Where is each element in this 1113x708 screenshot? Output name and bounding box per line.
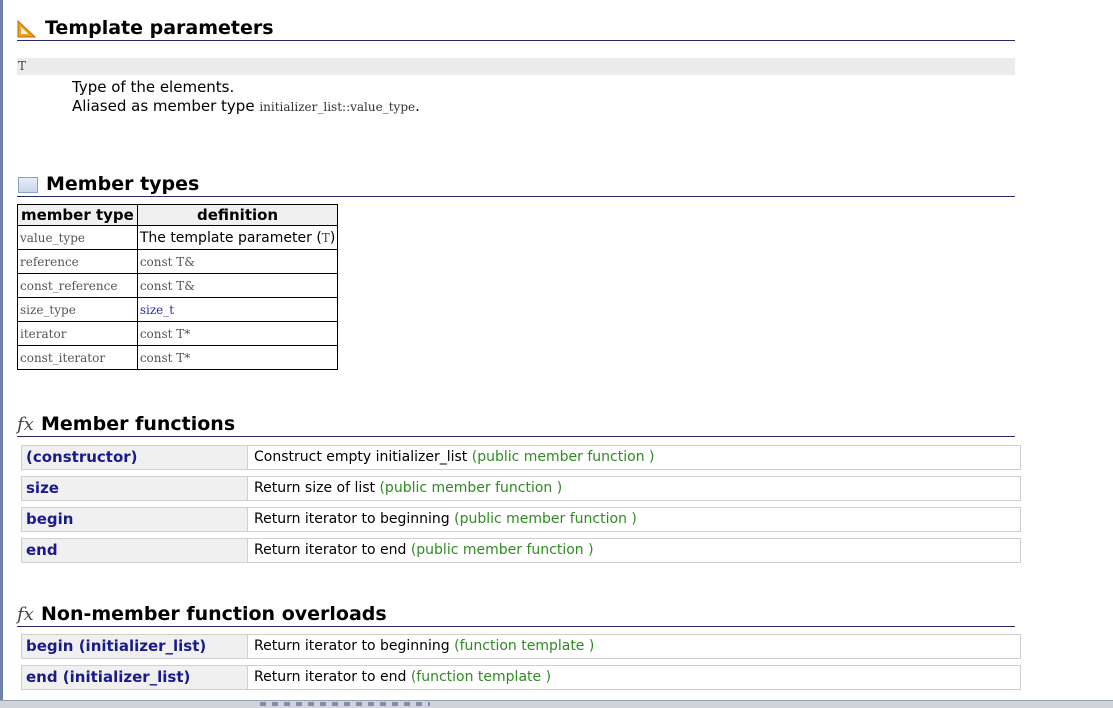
function-link-begin-initializer-list[interactable]: begin (initializer_list) <box>22 635 248 658</box>
description-text: Return iterator to end <box>254 542 407 558</box>
function-description: Return iterator to beginning (function t… <box>248 635 594 658</box>
header-member-type: member type <box>17 204 138 226</box>
param-description-line2: Aliased as member type initializer_list:… <box>72 97 420 117</box>
member-type-name: const_iterator <box>17 345 138 370</box>
list-item: end (initializer_list) Return iterator t… <box>21 665 1021 690</box>
function-description: Return iterator to end (function templat… <box>248 666 551 689</box>
function-description: Return iterator to beginning (public mem… <box>248 508 637 531</box>
definition-text: The template parameter ( <box>139 229 322 246</box>
member-type-definition: const T& <box>136 249 339 274</box>
param-description-code: initializer_list::value_type <box>259 100 416 114</box>
table-row: reference const T& <box>17 249 339 274</box>
header-definition: definition <box>136 204 339 226</box>
member-type-name: size_type <box>17 297 138 322</box>
fx-icon: fx <box>17 604 34 625</box>
description-text: Return iterator to beginning <box>254 511 450 527</box>
member-type-definition: const T* <box>136 345 339 370</box>
member-functions-heading: fx Member functions <box>17 412 1015 437</box>
function-kind: (function template ) <box>410 669 552 685</box>
param-description-suffix: . <box>415 97 420 115</box>
box-icon <box>18 177 38 193</box>
list-item: size Return size of list (public member … <box>21 476 1021 501</box>
member-type-definition: const T* <box>136 321 339 346</box>
table-row: const_reference const T& <box>17 273 339 298</box>
list-item: (constructor) Construct empty initialize… <box>21 445 1021 470</box>
left-border <box>0 0 3 700</box>
function-kind: (public member function ) <box>454 511 637 527</box>
member-type-name: iterator <box>17 321 138 346</box>
description-text: Construct empty initializer_list <box>254 449 468 465</box>
description-text: Return size of list <box>254 480 376 496</box>
non-member-overloads-list: begin (initializer_list) Return iterator… <box>21 634 1021 696</box>
member-functions-title: Member functions <box>41 413 236 435</box>
table-row: const_iterator const T* <box>17 345 339 370</box>
member-types-table: member type definition value_type The te… <box>17 204 339 370</box>
member-types-heading: Member types <box>17 172 1015 197</box>
table-row: value_type The template parameter (T) <box>17 225 339 250</box>
footer-links-fragment <box>260 702 430 706</box>
param-description-line1: Type of the elements. <box>72 78 235 96</box>
function-link-begin[interactable]: begin <box>22 508 248 531</box>
member-type-name: reference <box>17 249 138 274</box>
function-description: Return size of list (public member funct… <box>248 477 562 500</box>
template-parameters-heading: Template parameters <box>17 16 1015 41</box>
function-link-end[interactable]: end <box>22 539 248 562</box>
member-types-title: Member types <box>46 173 200 195</box>
table-row: size_type size_t <box>17 297 339 322</box>
definition-code: T <box>321 230 330 245</box>
member-type-name: value_type <box>17 225 138 250</box>
function-description: Return iterator to end (public member fu… <box>248 539 594 562</box>
table-header-row: member type definition <box>17 204 339 226</box>
member-functions-list: (constructor) Construct empty initialize… <box>21 445 1021 569</box>
function-kind: (public member function ) <box>379 480 563 496</box>
list-item: begin (initializer_list) Return iterator… <box>21 634 1021 659</box>
triangle-ruler-icon <box>17 19 37 38</box>
function-kind: (public member function ) <box>410 542 594 558</box>
size-t-link[interactable]: size_t <box>140 303 174 317</box>
description-text: Return iterator to end <box>254 669 407 685</box>
fx-icon: fx <box>17 414 34 435</box>
non-member-overloads-heading: fx Non-member function overloads <box>17 602 1015 627</box>
function-description: Construct empty initializer_list (public… <box>248 446 654 469</box>
function-kind: (function template ) <box>454 638 595 654</box>
member-type-definition: size_t <box>136 297 339 322</box>
function-kind: (public member function ) <box>471 449 655 465</box>
description-text: Return iterator to beginning <box>254 638 450 654</box>
member-type-definition: The template parameter (T) <box>136 225 339 250</box>
template-parameters-title: Template parameters <box>45 17 274 39</box>
list-item: end Return iterator to end (public membe… <box>21 538 1021 563</box>
non-member-overloads-title: Non-member function overloads <box>41 603 387 625</box>
param-name-bar: T <box>17 58 1015 75</box>
param-description-prefix: Aliased as member type <box>72 97 255 115</box>
definition-end: ) <box>329 229 336 246</box>
table-row: iterator const T* <box>17 321 339 346</box>
member-type-definition: const T& <box>136 273 339 298</box>
function-link-end-initializer-list[interactable]: end (initializer_list) <box>22 666 248 689</box>
member-type-name: const_reference <box>17 273 138 298</box>
param-name: T <box>18 59 27 73</box>
function-link-size[interactable]: size <box>22 477 248 500</box>
list-item: begin Return iterator to beginning (publ… <box>21 507 1021 532</box>
function-link-constructor[interactable]: (constructor) <box>22 446 248 469</box>
